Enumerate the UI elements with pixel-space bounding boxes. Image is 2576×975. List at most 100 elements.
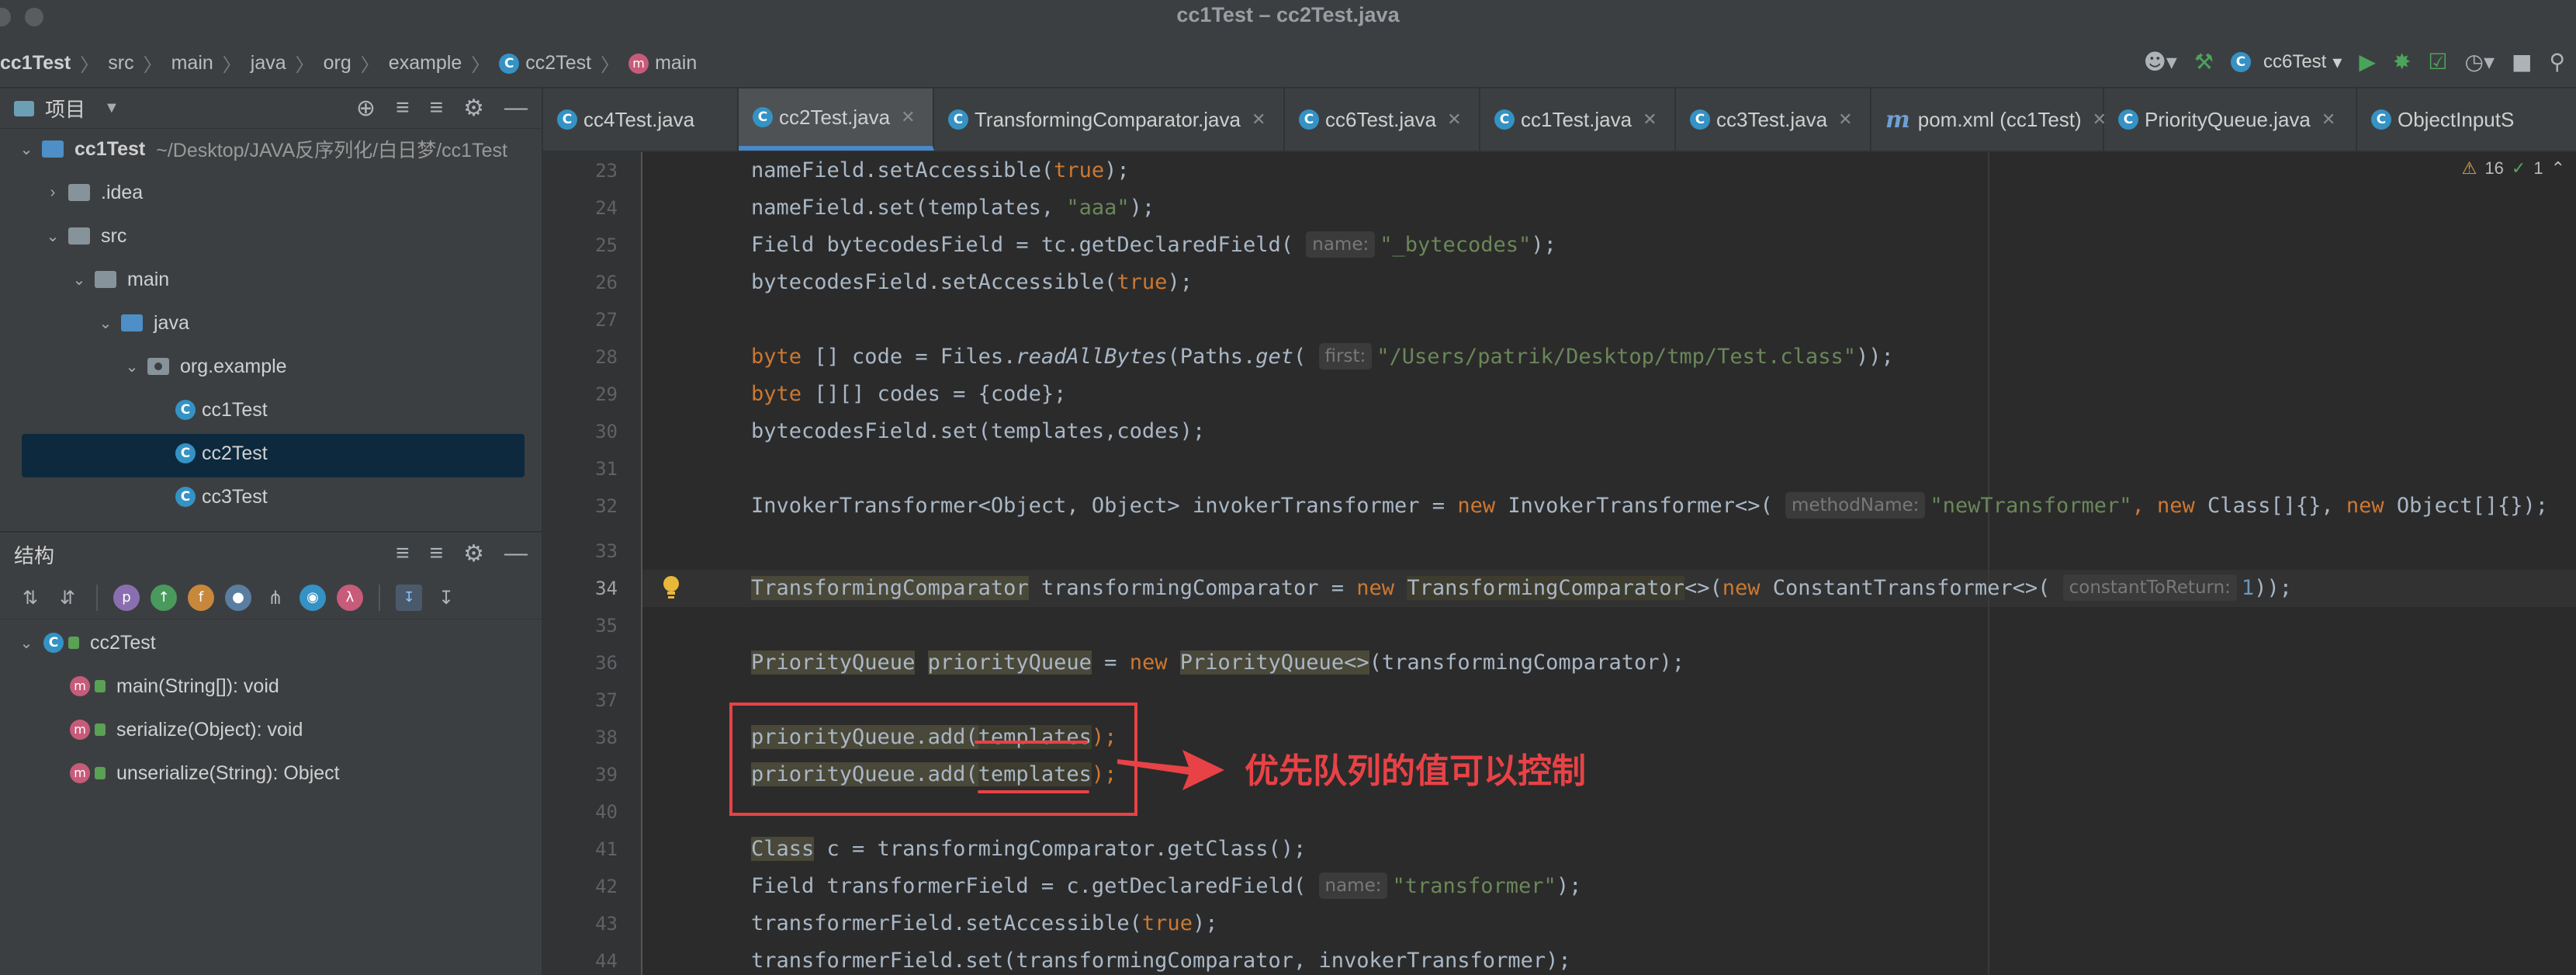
tree-item-cc3test[interactable]: C cc3Test bbox=[175, 477, 268, 517]
tab-objectinputstream[interactable]: C ObjectInputS bbox=[2357, 88, 2576, 151]
close-tab-icon[interactable]: ✕ bbox=[1838, 109, 1852, 130]
structure-item-method[interactable]: m unserialize(String): Object bbox=[70, 751, 340, 795]
sort-by-visibility-icon[interactable]: ⇅ bbox=[17, 585, 43, 611]
tab-cc3test[interactable]: C cc3Test.java ✕ bbox=[1676, 88, 1871, 151]
code-line: byte [][] codes = {code}; bbox=[751, 382, 1067, 406]
hammer-icon[interactable]: ⚒ bbox=[2194, 47, 2214, 78]
autoscroll-to-source-icon[interactable]: ↧ bbox=[396, 584, 422, 611]
close-tab-icon[interactable]: ✕ bbox=[1252, 109, 1265, 130]
hide-panel-icon[interactable]: — bbox=[504, 95, 528, 122]
lightbulb-icon[interactable] bbox=[661, 574, 681, 601]
breadcrumb-src[interactable]: src bbox=[108, 52, 133, 75]
show-hierarchy-icon[interactable]: ⋔ bbox=[262, 585, 289, 611]
project-folder-icon bbox=[14, 100, 34, 116]
chevron-down-icon[interactable]: ⌄ bbox=[17, 140, 36, 159]
chevron-down-icon[interactable]: ⌄ bbox=[17, 633, 36, 653]
run-icon[interactable]: ▶ bbox=[2359, 47, 2376, 78]
chevron-down-icon[interactable]: ⌄ bbox=[43, 227, 62, 246]
chevron-right-icon: 〉 bbox=[143, 55, 162, 76]
code-line: nameField.set(templates, "aaa"); bbox=[751, 196, 1155, 220]
chevron-down-icon[interactable]: ⌄ bbox=[123, 357, 141, 376]
chevron-down-icon[interactable]: ⌄ bbox=[96, 314, 115, 333]
show-lambdas-icon[interactable]: λ bbox=[337, 584, 363, 611]
line-number: 37 bbox=[595, 689, 618, 711]
tree-item-idea[interactable]: › .idea bbox=[43, 172, 144, 213]
tab-cc1test[interactable]: C cc1Test.java ✕ bbox=[1480, 88, 1676, 151]
window-title: cc1Test – cc2Test.java bbox=[1176, 3, 1400, 26]
tab-priorityqueue[interactable]: C PriorityQueue.java ✕ bbox=[2104, 88, 2357, 151]
chevron-right-icon: 〉 bbox=[222, 55, 241, 76]
tree-selection-highlight bbox=[22, 434, 525, 477]
annotation-underline bbox=[975, 741, 1088, 744]
project-panel-title[interactable]: 项目 bbox=[45, 94, 85, 123]
gear-icon[interactable]: ⚙ bbox=[463, 95, 484, 122]
search-icon[interactable]: ⚲ bbox=[2549, 47, 2565, 78]
locate-icon[interactable]: ⊕ bbox=[356, 95, 376, 122]
stop-icon[interactable]: ■ bbox=[2512, 47, 2532, 78]
expand-all-icon[interactable]: ≡ bbox=[396, 540, 410, 567]
class-icon: C bbox=[557, 109, 577, 130]
show-non-public-icon[interactable]: ● bbox=[225, 584, 251, 611]
public-lock-icon bbox=[95, 680, 106, 692]
structure-item-class[interactable]: ⌄ C cc2Test bbox=[17, 621, 156, 664]
coverage-icon[interactable]: ☑ bbox=[2428, 47, 2447, 78]
show-anonymous-icon[interactable]: ◉ bbox=[299, 584, 326, 611]
collapse-all-icon[interactable]: ≡ bbox=[430, 540, 444, 567]
run-config-select[interactable]: C cc6Test ▾ bbox=[2230, 51, 2342, 74]
breadcrumb-class[interactable]: Ccc2Test bbox=[499, 52, 591, 75]
code-editor[interactable]: ⚠ 16 ✓ 1 ⌃ 23 24 25 26 27 28 29 30 31 32… bbox=[543, 152, 2576, 975]
structure-item-method[interactable]: m main(String[]): void bbox=[70, 664, 279, 708]
gear-icon[interactable]: ⚙ bbox=[463, 540, 484, 567]
tab-cc6test[interactable]: C cc6Test.java ✕ bbox=[1285, 88, 1480, 151]
breadcrumb-java[interactable]: java bbox=[251, 52, 286, 75]
expand-all-icon[interactable]: ≡ bbox=[396, 95, 410, 122]
profile-icon[interactable]: ◷▾ bbox=[2465, 47, 2495, 78]
show-properties-icon[interactable]: p bbox=[113, 584, 140, 611]
close-tab-icon[interactable]: ✕ bbox=[901, 107, 915, 127]
debug-icon[interactable]: ✸ bbox=[2393, 47, 2411, 78]
tab-cc2test[interactable]: C cc2Test.java ✕ bbox=[739, 88, 934, 151]
tree-item-src[interactable]: ⌄ src bbox=[43, 216, 127, 256]
breadcrumb-method[interactable]: m main bbox=[628, 52, 697, 75]
autoscroll-from-source-icon[interactable]: ↧ bbox=[433, 585, 459, 611]
line-number: 30 bbox=[595, 421, 618, 442]
chevron-down-icon: ▾ bbox=[2332, 51, 2342, 73]
show-fields-icon[interactable]: f bbox=[188, 584, 214, 611]
user-icon[interactable]: ☻▾ bbox=[2144, 47, 2177, 78]
breadcrumb-project[interactable]: cc1Test bbox=[0, 52, 71, 75]
class-icon: C bbox=[1690, 109, 1710, 130]
close-tab-icon[interactable]: ✕ bbox=[1643, 109, 1657, 130]
sort-alphabetically-icon[interactable]: ⇵ bbox=[54, 585, 81, 611]
tab-cc4test[interactable]: C cc4Test.java bbox=[543, 88, 739, 151]
breadcrumb-example[interactable]: example bbox=[389, 52, 462, 75]
tree-item-main[interactable]: ⌄ main bbox=[70, 259, 170, 300]
inspection-widget[interactable]: ⚠ 16 ✓ 1 ⌃ bbox=[2462, 158, 2565, 179]
chevron-down-icon[interactable]: ▼ bbox=[104, 99, 119, 117]
chevron-right-icon: 〉 bbox=[360, 55, 379, 76]
chevron-up-icon[interactable]: ⌃ bbox=[2551, 158, 2565, 179]
tree-item-cc2test[interactable]: C cc2Test bbox=[175, 433, 268, 474]
tree-item-module[interactable]: ⌄ cc1Test ~/Desktop/JAVA反序列化/白日梦/cc1Test bbox=[17, 129, 507, 169]
structure-item-method[interactable]: m serialize(Object): void bbox=[70, 708, 303, 751]
line-number: 28 bbox=[595, 346, 618, 368]
close-tab-icon[interactable]: ✕ bbox=[1447, 109, 1461, 130]
tree-item-package[interactable]: ⌄ org.example bbox=[123, 346, 287, 387]
breadcrumb-org[interactable]: org bbox=[324, 52, 351, 75]
structure-toolbar: ⇅ ⇵ p ↑ f ● ⋔ ◉ λ ↧ ↧ bbox=[0, 576, 542, 619]
chevron-down-icon[interactable]: ⌄ bbox=[70, 270, 88, 290]
breadcrumb-main[interactable]: main bbox=[171, 52, 213, 75]
show-inherited-icon[interactable]: ↑ bbox=[151, 584, 177, 611]
chevron-right-icon[interactable]: › bbox=[43, 184, 62, 202]
module-folder-icon bbox=[42, 141, 64, 158]
tree-item-java[interactable]: ⌄ java bbox=[96, 303, 189, 343]
collapse-all-icon[interactable]: ≡ bbox=[430, 95, 444, 122]
code-line: transformerField.setAccessible(true); bbox=[751, 911, 1218, 935]
tree-item-cc1test[interactable]: C cc1Test bbox=[175, 390, 268, 430]
close-tab-icon[interactable]: ✕ bbox=[2322, 109, 2335, 130]
class-icon: C bbox=[175, 487, 196, 507]
code-line: PriorityQueue priorityQueue = new Priori… bbox=[751, 651, 1684, 675]
tab-pom-xml[interactable]: m pom.xml (cc1Test) ✕ bbox=[1871, 88, 2107, 151]
method-icon: m bbox=[70, 763, 90, 783]
tab-transformingcomparator[interactable]: C TransformingComparator.java ✕ bbox=[934, 88, 1285, 151]
hide-panel-icon[interactable]: — bbox=[504, 540, 528, 567]
